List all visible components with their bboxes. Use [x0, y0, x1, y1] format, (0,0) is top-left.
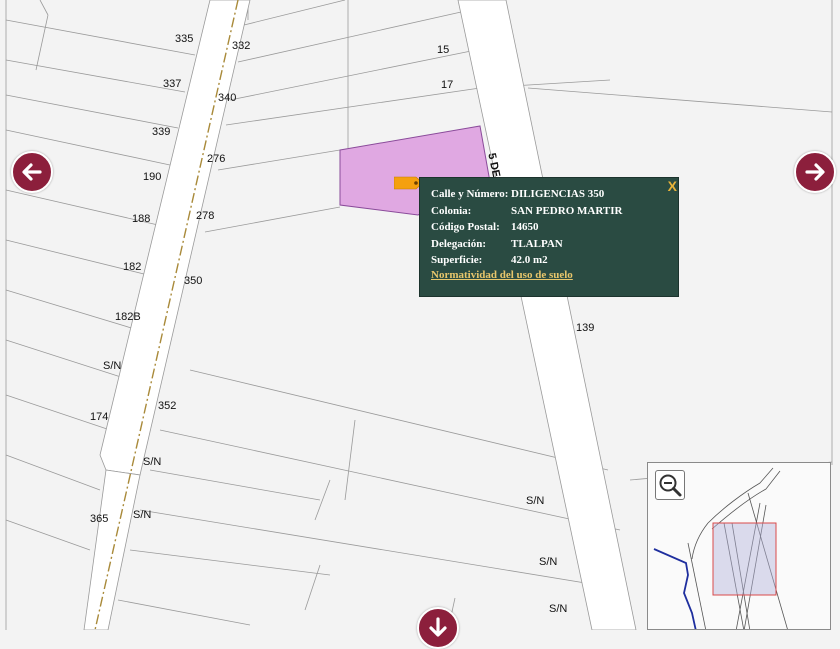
info-key-postal: Código Postal: — [431, 221, 500, 233]
parcel-label: 339 — [152, 126, 171, 138]
parcel-label: 332 — [232, 40, 251, 52]
info-key-superficie: Superficie: — [431, 254, 483, 266]
pan-down-button[interactable] — [417, 607, 459, 649]
parcel-label: 17 — [441, 79, 454, 91]
parcel-label: 182B — [115, 311, 141, 323]
parcel-label: 335 — [175, 33, 194, 45]
parcel-label: 337 — [163, 78, 182, 90]
parcel-label: 278 — [196, 210, 215, 222]
pan-left-button[interactable] — [11, 151, 53, 193]
info-key-address: Calle y Número: — [431, 188, 509, 200]
pan-right-button[interactable] — [794, 151, 836, 193]
arrow-down-icon — [429, 617, 447, 637]
info-value-address: DILIGENCIAS 350 — [511, 188, 605, 200]
zoom-out-icon — [659, 474, 682, 497]
info-value-postal: 14650 — [511, 221, 539, 233]
parcel-label: 365 — [90, 513, 109, 525]
parcel-label: S/N — [103, 360, 122, 372]
info-value-delegacion: TLALPAN — [511, 238, 563, 250]
parcel-label: 190 — [143, 171, 162, 183]
parcel-label: 350 — [184, 275, 203, 287]
land-use-link[interactable]: Normatividad del uso de suelo — [431, 269, 573, 281]
info-key-colonia: Colonia: — [431, 205, 472, 217]
arrow-left-icon — [22, 163, 42, 181]
parcel-label: S/N — [549, 603, 568, 615]
map-view[interactable]: 335 332 337 340 339 276 190 278 188 182 … — [0, 0, 840, 649]
parcel-info-popup: X Calle y Número: DILIGENCIAS 350 Coloni… — [419, 177, 679, 297]
arrow-right-icon — [805, 163, 825, 181]
parcel-label: 340 — [218, 92, 237, 104]
close-popup-button[interactable]: X — [668, 178, 677, 194]
parcel-label: 182 — [123, 261, 142, 273]
parcel-label: S/N — [133, 509, 152, 521]
parcel-label: 139 — [576, 322, 595, 334]
zoom-out-button[interactable] — [655, 470, 685, 500]
parcel-label: S/N — [143, 456, 162, 468]
info-key-delegacion: Delegación: — [431, 238, 486, 250]
overview-minimap[interactable] — [647, 462, 831, 630]
parcel-label: 174 — [90, 411, 109, 423]
parcel-label: 15 — [437, 44, 450, 56]
info-value-superficie: 42.0 m2 — [511, 254, 548, 266]
parcel-label: S/N — [526, 495, 545, 507]
parcel-label: 188 — [132, 213, 151, 225]
parcel-label: 352 — [158, 400, 177, 412]
info-value-colonia: SAN PEDRO MARTIR — [511, 205, 623, 217]
parcel-label: 276 — [207, 153, 226, 165]
parcel-label: S/N — [539, 556, 558, 568]
